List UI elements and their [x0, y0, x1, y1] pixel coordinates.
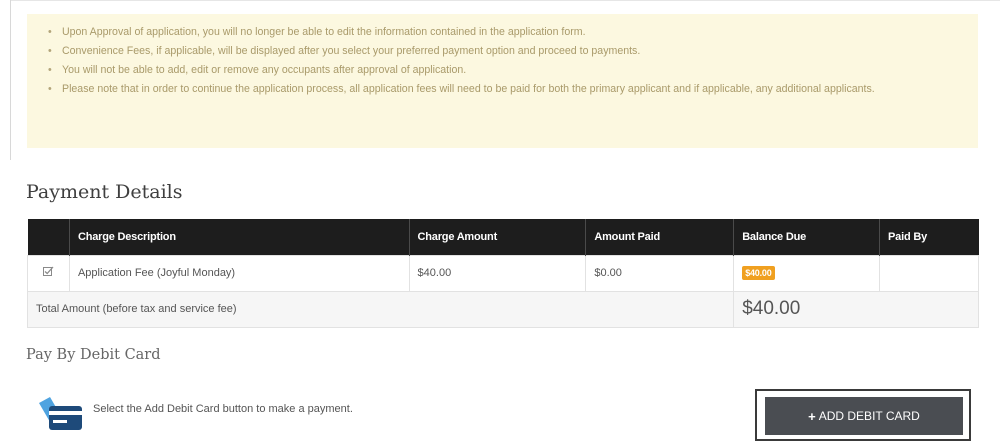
top-divider — [10, 0, 1000, 1]
table-header-row: Charge Description Charge Amount Amount … — [27, 219, 979, 255]
notice-item: Please note that in order to continue th… — [48, 80, 958, 99]
total-label: Total Amount (before tax and service fee… — [26, 290, 735, 328]
left-divider — [10, 0, 11, 160]
column-header-charge-description: Charge Description — [68, 219, 410, 255]
debit-card-instruction: Select the Add Debit Card button to make… — [93, 403, 353, 415]
paid-by-cell — [879, 254, 979, 292]
balance-due-cell: $40.00 — [733, 254, 881, 292]
table-row: Application Fee (Joyful Monday) $40.00 $… — [27, 254, 979, 292]
add-debit-card-button-frame: + ADD DEBIT CARD — [755, 389, 971, 441]
credit-card-icon — [39, 397, 82, 430]
column-header-amount-paid: Amount Paid — [585, 219, 734, 255]
row-select-cell[interactable] — [27, 254, 70, 292]
add-debit-card-button[interactable]: + ADD DEBIT CARD — [765, 397, 963, 435]
notice-item: Convenience Fees, if applicable, will be… — [48, 42, 958, 61]
add-debit-card-label: ADD DEBIT CARD — [818, 409, 920, 423]
total-value: $40.00 — [733, 290, 979, 328]
amount-paid-cell: $0.00 — [585, 254, 735, 292]
payment-details-title: Payment Details — [26, 181, 183, 203]
select-column-header — [27, 219, 70, 255]
payment-table: Charge Description Charge Amount Amount … — [26, 219, 979, 328]
checkbox-checked-icon[interactable] — [42, 266, 54, 277]
notice-item: Upon Approval of application, you will n… — [48, 23, 958, 42]
notice-list: Upon Approval of application, you will n… — [47, 23, 958, 99]
column-header-balance-due: Balance Due — [733, 219, 880, 255]
notice-box: Upon Approval of application, you will n… — [27, 14, 978, 148]
notice-item: You will not be able to add, edit or rem… — [48, 61, 958, 80]
column-header-paid-by: Paid By — [879, 219, 979, 255]
balance-due-badge: $40.00 — [742, 266, 775, 280]
total-row: Total Amount (before tax and service fee… — [26, 290, 979, 328]
pay-by-debit-card-title: Pay By Debit Card — [26, 347, 161, 363]
column-header-charge-amount: Charge Amount — [408, 219, 586, 255]
plus-icon: + — [808, 408, 816, 424]
charge-description-cell: Application Fee (Joyful Monday) — [68, 254, 410, 292]
charge-amount-cell: $40.00 — [408, 254, 587, 292]
